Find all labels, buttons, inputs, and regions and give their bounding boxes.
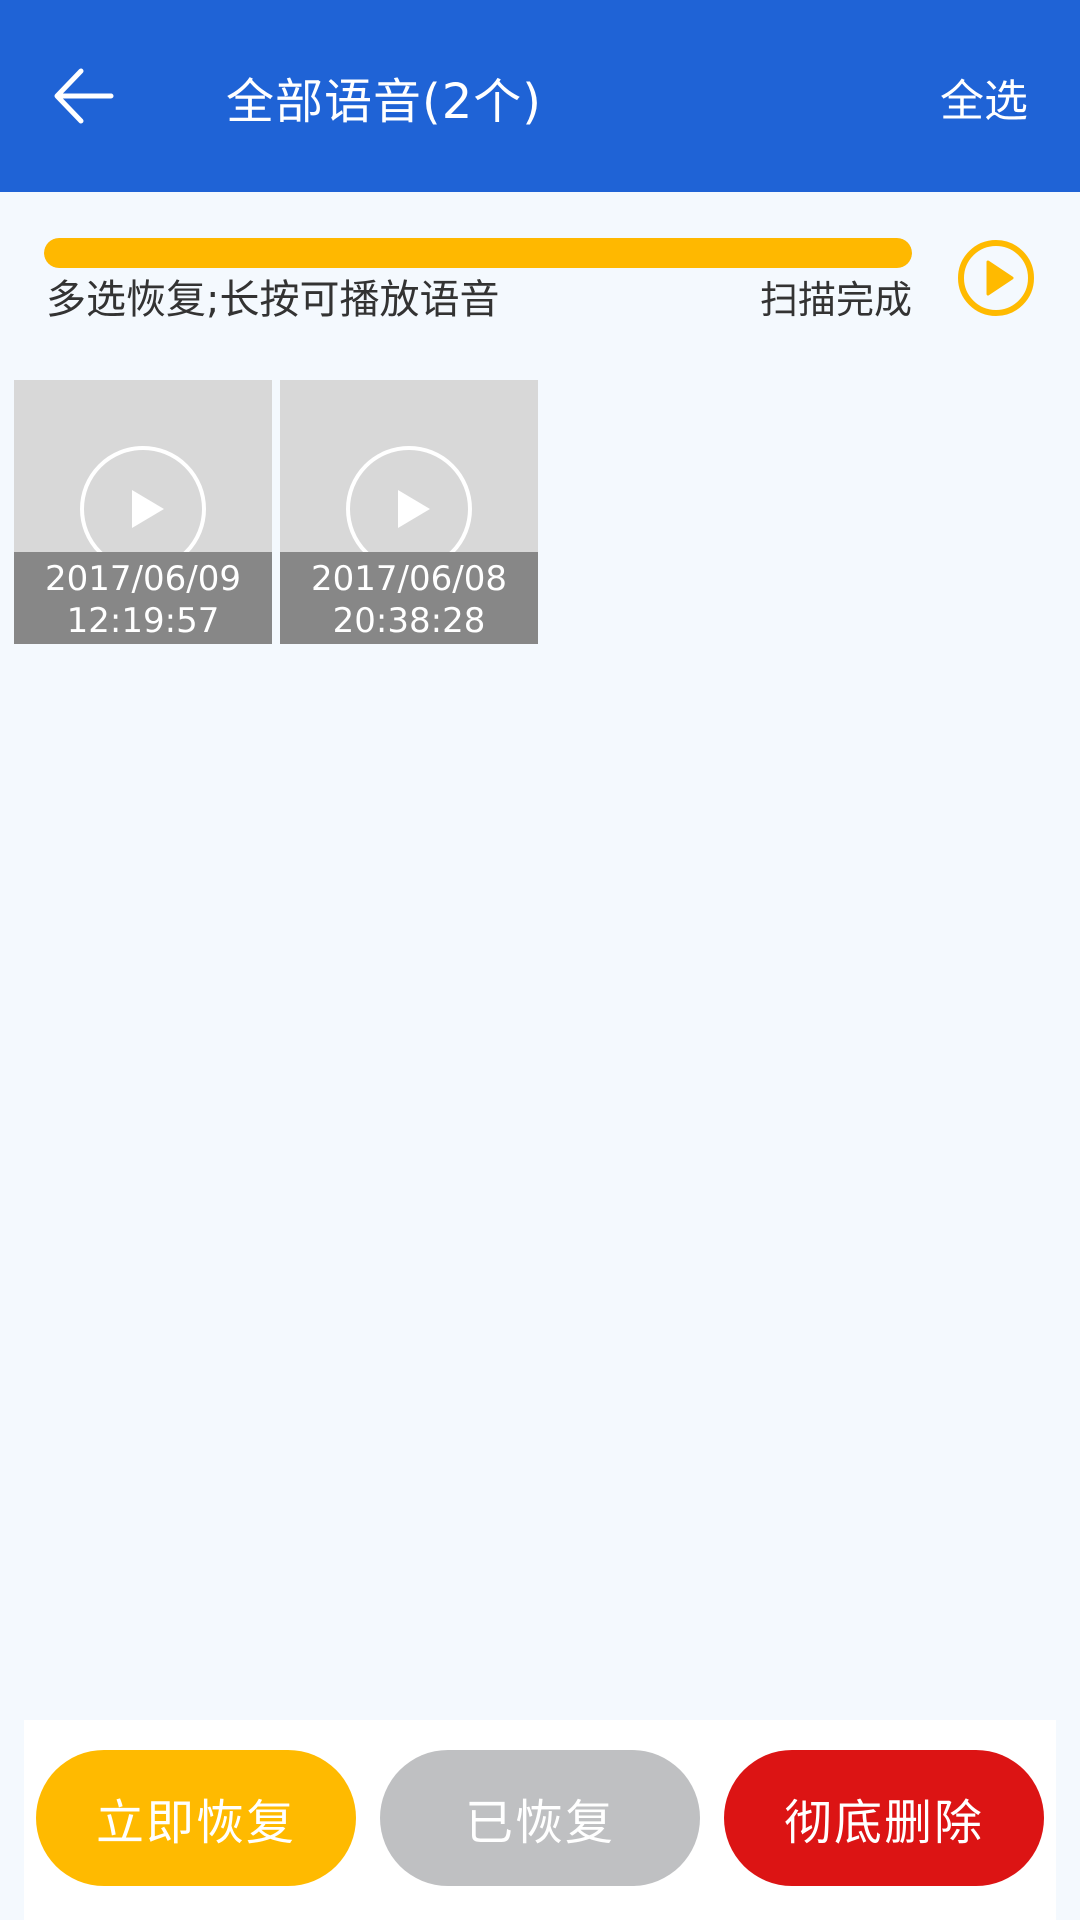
restored-button[interactable]: 已恢复 — [380, 1750, 700, 1886]
play-all-button[interactable] — [956, 238, 1036, 318]
scan-status: 扫描完成 — [759, 278, 912, 322]
delete-permanently-button[interactable]: 彻底删除 — [724, 1750, 1044, 1886]
voice-grid: 2017/06/09 12:19:57 2017/06/08 20:38:28 — [14, 380, 538, 644]
back-button[interactable] — [44, 56, 124, 136]
voice-date: 2017/06/08 — [311, 559, 507, 599]
voice-item[interactable]: 2017/06/09 12:19:57 — [14, 380, 272, 644]
voice-time: 20:38:28 — [332, 601, 486, 641]
bottom-action-bar: 立即恢复 已恢复 彻底删除 — [24, 1720, 1056, 1920]
scan-progress-fill — [44, 238, 912, 268]
scan-progress-bar — [44, 238, 912, 268]
hint-text: 多选恢复;长按可播放语音 — [46, 277, 500, 323]
arrow-left-icon — [54, 68, 114, 124]
app-bar: 全部语音(2个) 全选 — [0, 0, 1080, 192]
voice-time: 12:19:57 — [66, 601, 220, 641]
voice-timestamp: 2017/06/09 12:19:57 — [14, 552, 272, 644]
voice-date: 2017/06/09 — [45, 559, 241, 599]
voice-timestamp: 2017/06/08 20:38:28 — [280, 552, 538, 644]
select-all-button[interactable]: 全选 — [940, 74, 1028, 130]
play-circle-icon — [958, 240, 1034, 316]
restore-now-button[interactable]: 立即恢复 — [36, 1750, 356, 1886]
page-title: 全部语音(2个) — [226, 74, 542, 130]
voice-item[interactable]: 2017/06/08 20:38:28 — [280, 380, 538, 644]
